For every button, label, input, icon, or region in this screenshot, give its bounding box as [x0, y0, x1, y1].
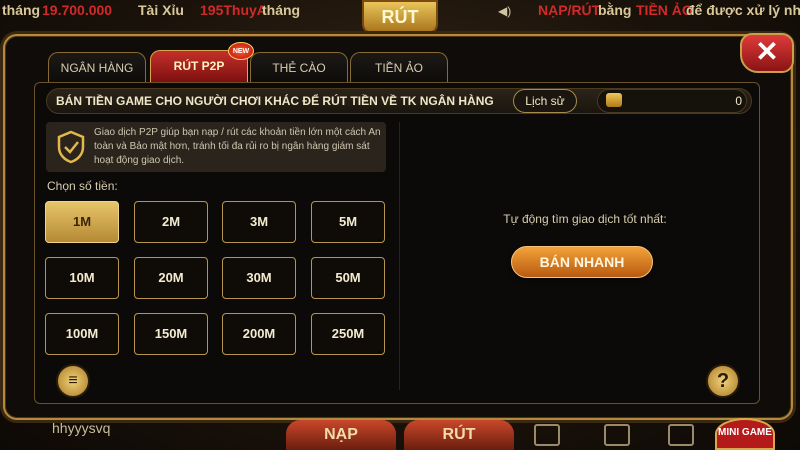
amount-option[interactable]: 250M [311, 313, 385, 355]
game-screen: tháng 19.700.000 Tài Xỉu 195ThuyA tháng … [0, 0, 800, 450]
amount-option[interactable]: 150M [134, 313, 208, 355]
amount-option[interactable]: 5M [311, 201, 385, 243]
marquee-amount: 19.700.000 [42, 2, 113, 18]
amount-option[interactable]: 200M [222, 313, 296, 355]
wallet-icon [606, 93, 622, 107]
marquee-text: tháng [2, 2, 41, 18]
marquee-text: Tài Xỉu [138, 2, 184, 18]
document-icon[interactable]: ≡ [56, 364, 90, 398]
game-logo: RÚT [362, 0, 438, 34]
marquee-text: để được xử lý nhanh [686, 2, 800, 18]
mail-icon[interactable] [668, 424, 694, 446]
marquee-user: 195ThuyA [200, 2, 267, 18]
shield-check-icon [57, 130, 85, 164]
mini-game-button[interactable]: MINI GAME [715, 418, 775, 450]
banner-title: BÁN TIỀN GAME CHO NGƯỜI CHƠI KHÁC ĐỂ RÚT… [56, 94, 494, 108]
choose-amount-label: Chọn số tiền: [47, 179, 118, 193]
deposit-button[interactable]: NẠP [286, 420, 396, 450]
tab-the-cao[interactable]: THẺ CÀO [250, 52, 348, 82]
amount-option[interactable]: 10M [45, 257, 119, 299]
tab-ngan-hang[interactable]: NGÂN HÀNG [48, 52, 146, 82]
username: hhyyysvq [52, 420, 111, 436]
info-text: Giao dịch P2P giúp bạn nạp / rút các kho… [94, 127, 381, 166]
amount-option[interactable]: 2M [134, 201, 208, 243]
amount-option[interactable]: 30M [222, 257, 296, 299]
marquee-text: TIỀN ẢO [636, 2, 693, 18]
amount-option[interactable]: 50M [311, 257, 385, 299]
auto-match-text: Tự động tìm giao dịch tốt nhất: [503, 212, 667, 226]
speaker-icon[interactable]: ◀) [498, 4, 511, 18]
amount-option[interactable]: 1M [45, 201, 119, 243]
balance-value: 0 [735, 94, 742, 108]
marquee-text: NẠP/RÚT [538, 2, 601, 18]
close-button[interactable]: ✕ [740, 33, 794, 73]
tab-tien-ao[interactable]: TIỀN ẢO [350, 52, 448, 82]
quick-sell-button[interactable]: BÁN NHANH [511, 246, 653, 278]
amount-option[interactable]: 20M [134, 257, 208, 299]
history-button[interactable]: Lịch sử [513, 89, 577, 113]
marquee-text: tháng [262, 2, 301, 18]
grid-icon[interactable] [604, 424, 630, 446]
divider [399, 122, 400, 390]
help-icon[interactable]: ? [706, 364, 740, 398]
amount-option[interactable]: 3M [222, 201, 296, 243]
marquee-text: bằng [598, 2, 632, 18]
amount-option[interactable]: 100M [45, 313, 119, 355]
withdraw-button[interactable]: RÚT [404, 420, 514, 450]
close-icon: ✕ [755, 36, 779, 67]
slot-icon[interactable] [534, 424, 560, 446]
